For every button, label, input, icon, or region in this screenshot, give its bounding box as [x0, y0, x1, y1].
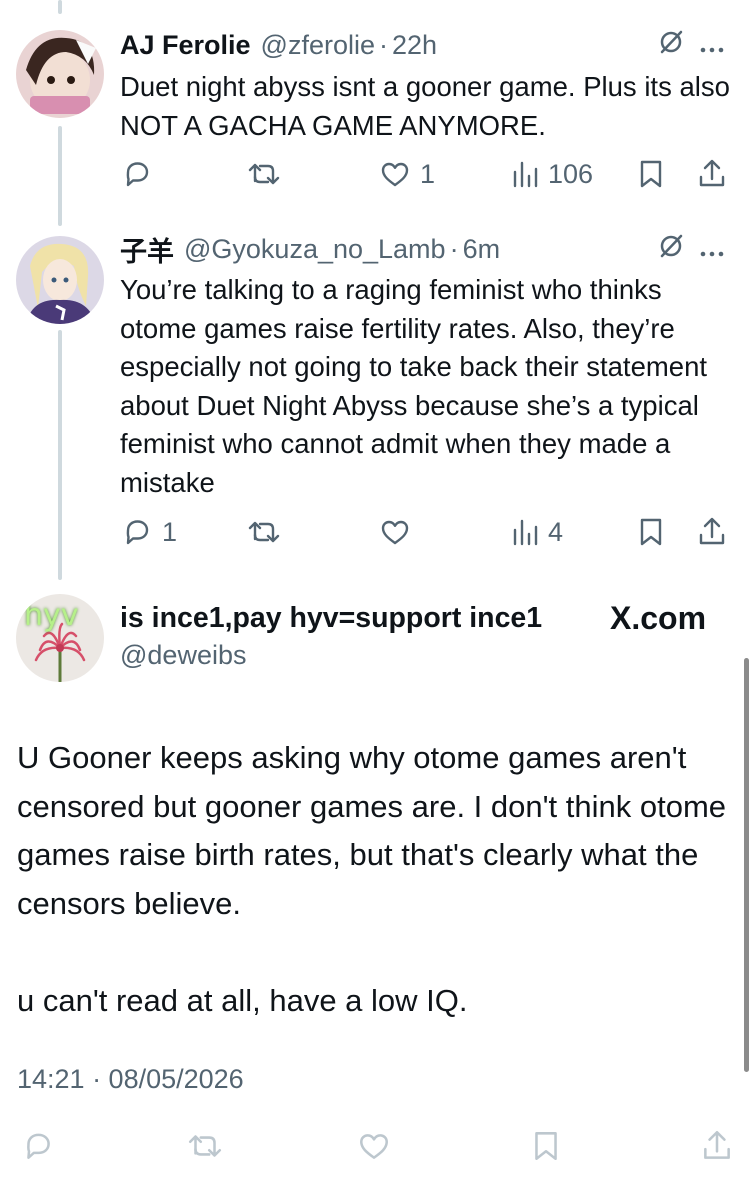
post-time[interactable]: 6m	[463, 234, 501, 265]
reply-button[interactable]	[20, 1128, 56, 1164]
header-icons	[657, 232, 725, 266]
more-icon[interactable]	[699, 234, 725, 265]
retweet-icon	[246, 157, 282, 191]
thread-line	[58, 330, 62, 580]
like-button[interactable]: 1	[378, 156, 435, 192]
author-name[interactable]: 子羊	[120, 230, 174, 269]
bookmark-button[interactable]	[636, 514, 666, 550]
avatar[interactable]: hyv	[16, 594, 104, 682]
reply-icon	[20, 1128, 56, 1164]
post-paragraph: U Gooner keeps asking why otome games ar…	[17, 740, 727, 921]
views-icon	[510, 157, 540, 191]
views-count: 4	[548, 516, 564, 547]
post-paragraph: u can't read at all, have a low IQ.	[17, 982, 468, 1018]
main-actions	[0, 1128, 755, 1168]
avatar-text: hyv	[24, 598, 79, 633]
avatar[interactable]	[16, 236, 104, 324]
share-icon	[700, 1128, 734, 1164]
like-icon	[378, 515, 412, 549]
author-handle[interactable]: @Gyokuza_no_Lamb	[184, 234, 446, 265]
main-post-text: U Gooner keeps asking why otome games ar…	[17, 734, 741, 1025]
views-count: 106	[548, 158, 594, 189]
retweet-button[interactable]	[246, 514, 290, 550]
views-icon	[510, 515, 540, 549]
views-button[interactable]: 4	[510, 514, 563, 550]
tweet-text: Duet night abyss isnt a gooner game. Plu…	[120, 71, 730, 141]
scrollbar[interactable]	[744, 658, 749, 1072]
grok-icon[interactable]	[657, 232, 685, 267]
bookmark-icon	[530, 1128, 562, 1164]
bookmark-icon	[636, 157, 666, 191]
header-icons	[657, 28, 725, 62]
bookmark-icon	[636, 515, 666, 549]
separator-dot: ·	[379, 29, 388, 60]
separator-dot: ·	[449, 233, 459, 264]
thread-line	[58, 0, 62, 14]
share-button[interactable]	[696, 514, 728, 550]
like-icon	[356, 1128, 392, 1164]
source-label: X.com	[610, 600, 707, 636]
share-icon	[696, 515, 728, 549]
share-button[interactable]	[700, 1128, 734, 1164]
author-handle[interactable]: @zferolie	[261, 30, 375, 61]
like-button[interactable]	[356, 1128, 392, 1164]
author-handle[interactable]: @deweibs	[120, 640, 246, 671]
reply-button[interactable]	[120, 156, 162, 192]
retweet-icon	[186, 1128, 224, 1164]
post-time[interactable]: 22h	[392, 30, 437, 61]
like-count: 1	[420, 158, 436, 189]
share-button[interactable]	[696, 156, 728, 192]
bookmark-button[interactable]	[530, 1128, 562, 1164]
tweet-actions: 1 4	[120, 514, 733, 550]
more-icon[interactable]	[699, 30, 725, 61]
retweet-button[interactable]	[246, 156, 290, 192]
author-name[interactable]: AJ Ferolie	[120, 30, 251, 61]
retweet-icon	[246, 515, 282, 549]
tweet-header: AJ Ferolie @zferolie · 22h	[120, 28, 725, 62]
reply-icon	[120, 515, 154, 549]
tweet-text: You’re talking to a raging feminist who …	[120, 274, 708, 498]
avatar[interactable]	[16, 30, 104, 118]
share-icon	[696, 157, 728, 191]
reply-icon	[120, 157, 154, 191]
like-icon	[378, 157, 412, 191]
reply-button[interactable]: 1	[120, 514, 177, 550]
tweet-actions: 1 106	[120, 156, 733, 192]
thread-line	[58, 126, 62, 226]
retweet-button[interactable]	[186, 1128, 224, 1164]
reply-count: 1	[162, 516, 178, 547]
grok-icon[interactable]	[657, 28, 685, 63]
like-button[interactable]	[378, 514, 420, 550]
post-timestamp[interactable]: 14:21 · 08/05/2026	[17, 1064, 244, 1095]
author-name[interactable]: is ince1,pay hyv=support ince1	[120, 602, 542, 635]
bookmark-button[interactable]	[636, 156, 666, 192]
views-button[interactable]: 106	[510, 156, 593, 192]
tweet-header: 子羊 @Gyokuza_no_Lamb · 6m	[120, 230, 725, 269]
